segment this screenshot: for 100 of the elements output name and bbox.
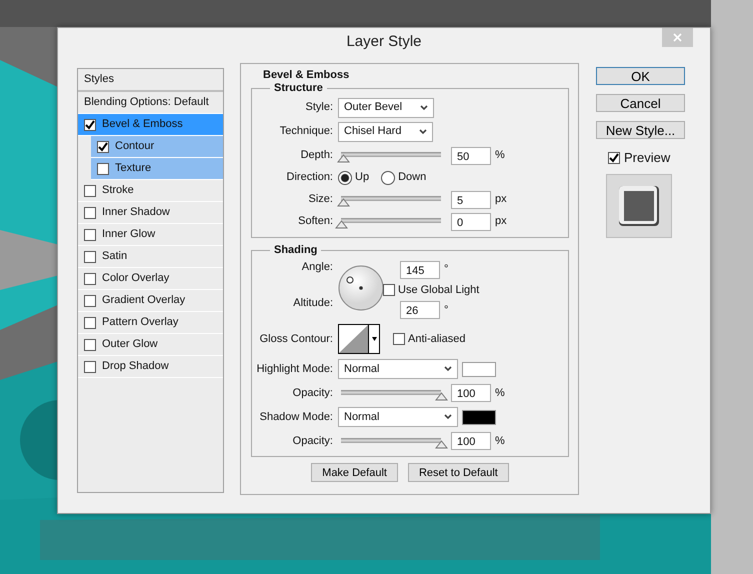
dropdown[interactable]: Normal bbox=[338, 407, 458, 427]
slider-thumb[interactable] bbox=[335, 220, 348, 229]
style-item[interactable]: Inner Shadow bbox=[78, 202, 223, 224]
checkbox[interactable] bbox=[97, 140, 109, 152]
slider-thumb[interactable] bbox=[337, 198, 350, 207]
contour-picker[interactable] bbox=[338, 324, 380, 354]
checkbox[interactable] bbox=[84, 118, 96, 130]
unit-label: ° bbox=[444, 262, 448, 278]
style-item[interactable]: Color Overlay bbox=[78, 268, 223, 290]
style-label: Inner Glow bbox=[102, 227, 156, 242]
checkbox-label: Preview bbox=[624, 149, 670, 167]
checkbox[interactable] bbox=[84, 272, 96, 284]
style-label: Drop Shadow bbox=[102, 359, 169, 374]
field-label: Opacity: bbox=[292, 434, 334, 449]
style-label: Bevel & Emboss bbox=[102, 117, 183, 132]
checkbox[interactable] bbox=[84, 316, 96, 328]
unit-label: % bbox=[495, 148, 505, 164]
style-label: Gradient Overlay bbox=[102, 293, 186, 308]
checkbox[interactable] bbox=[97, 162, 109, 174]
caret-icon bbox=[444, 414, 452, 420]
style-item[interactable]: Outer Glow bbox=[78, 334, 223, 356]
unit-label: px bbox=[495, 192, 507, 208]
dropdown[interactable]: Normal bbox=[338, 359, 458, 379]
dialog-button[interactable]: New Style... bbox=[596, 121, 685, 139]
group-title: Shading bbox=[273, 244, 318, 256]
dropdown[interactable]: Chisel Hard bbox=[338, 122, 434, 142]
panel-button[interactable]: Reset to Default bbox=[408, 463, 509, 482]
dropdown[interactable]: Outer Bevel bbox=[338, 98, 434, 118]
radio-button[interactable] bbox=[381, 170, 396, 184]
field-label: Soften: bbox=[297, 214, 334, 230]
checkbox[interactable] bbox=[84, 228, 96, 240]
style-label: Satin bbox=[102, 249, 128, 264]
style-item[interactable]: Satin bbox=[78, 246, 223, 268]
radio-label: Down bbox=[398, 170, 426, 186]
checkbox[interactable] bbox=[84, 250, 96, 262]
field-label: Technique: bbox=[278, 124, 334, 140]
number-field[interactable]: 100 bbox=[451, 432, 491, 450]
checkbox[interactable] bbox=[84, 338, 96, 350]
checkbox[interactable] bbox=[84, 184, 96, 196]
checkbox-label: Anti-aliased bbox=[408, 332, 466, 347]
style-item[interactable]: Bevel & Emboss bbox=[78, 114, 223, 136]
number-field[interactable]: 0 bbox=[451, 212, 491, 230]
field-label: Opacity: bbox=[292, 386, 334, 401]
field-label: Shadow Mode: bbox=[258, 410, 334, 425]
style-label: Pattern Overlay bbox=[102, 315, 178, 330]
style-label: Stroke bbox=[102, 183, 134, 198]
style-item[interactable]: Drop Shadow bbox=[78, 356, 223, 378]
slider-thumb[interactable] bbox=[337, 154, 350, 163]
style-item[interactable]: Pattern Overlay bbox=[78, 312, 223, 334]
field-label: Highlight Mode: bbox=[256, 362, 334, 377]
field-label: Angle: bbox=[302, 260, 333, 274]
field-label: Style: bbox=[304, 100, 334, 116]
style-item[interactable]: Contour bbox=[91, 136, 223, 158]
checkbox[interactable] bbox=[393, 333, 405, 345]
dialog-button[interactable]: OK bbox=[596, 67, 685, 85]
angle-dial[interactable] bbox=[338, 264, 384, 310]
slider-thumb[interactable] bbox=[435, 440, 448, 448]
color-swatch[interactable] bbox=[462, 410, 496, 424]
close-icon bbox=[673, 33, 682, 42]
caret-icon bbox=[419, 128, 428, 134]
number-field[interactable]: 26 bbox=[400, 301, 440, 319]
checkbox[interactable] bbox=[608, 152, 620, 164]
number-field[interactable]: 50 bbox=[451, 146, 491, 164]
bevel-square-icon bbox=[618, 184, 660, 226]
dialog-button[interactable]: Cancel bbox=[596, 94, 685, 112]
field-label: Size: bbox=[308, 192, 334, 208]
checkbox-label: Use Global Light bbox=[398, 282, 480, 298]
number-field[interactable]: 100 bbox=[451, 384, 491, 402]
caret-icon bbox=[420, 104, 428, 110]
checkbox[interactable] bbox=[383, 284, 395, 296]
color-swatch[interactable] bbox=[462, 362, 496, 376]
unit-label: % bbox=[495, 386, 505, 401]
style-label: Color Overlay bbox=[102, 271, 170, 286]
style-item[interactable]: Inner Glow bbox=[78, 224, 223, 246]
style-label: Inner Shadow bbox=[102, 205, 170, 220]
style-label: Texture bbox=[115, 161, 152, 176]
slider-thumb[interactable] bbox=[435, 392, 448, 400]
field-label: Altitude: bbox=[293, 296, 333, 311]
checkbox[interactable] bbox=[84, 294, 96, 306]
style-label: Contour bbox=[115, 139, 154, 154]
list-header: Styles bbox=[84, 72, 114, 88]
number-field[interactable]: 145 bbox=[400, 260, 440, 278]
style-item[interactable]: Texture bbox=[91, 158, 223, 180]
style-label: Blending Options: Default bbox=[84, 95, 209, 110]
radio-label: Up bbox=[355, 170, 370, 186]
panel-button[interactable]: Make Default bbox=[311, 463, 398, 482]
field-label: Gloss Contour: bbox=[258, 332, 334, 347]
style-item[interactable]: Gradient Overlay bbox=[78, 290, 223, 312]
radio-button[interactable] bbox=[338, 170, 352, 184]
unit-label: % bbox=[495, 434, 505, 449]
window-title: Layer Style bbox=[346, 32, 422, 52]
style-label: Outer Glow bbox=[102, 337, 158, 352]
checkbox[interactable] bbox=[84, 206, 96, 218]
caret-icon bbox=[444, 366, 452, 372]
unit-label: px bbox=[495, 214, 507, 230]
group-title: Structure bbox=[273, 82, 324, 94]
number-field[interactable]: 5 bbox=[451, 190, 491, 208]
field-label: Direction: bbox=[286, 170, 334, 186]
checkbox[interactable] bbox=[84, 360, 96, 372]
style-item[interactable]: Stroke bbox=[78, 180, 223, 202]
